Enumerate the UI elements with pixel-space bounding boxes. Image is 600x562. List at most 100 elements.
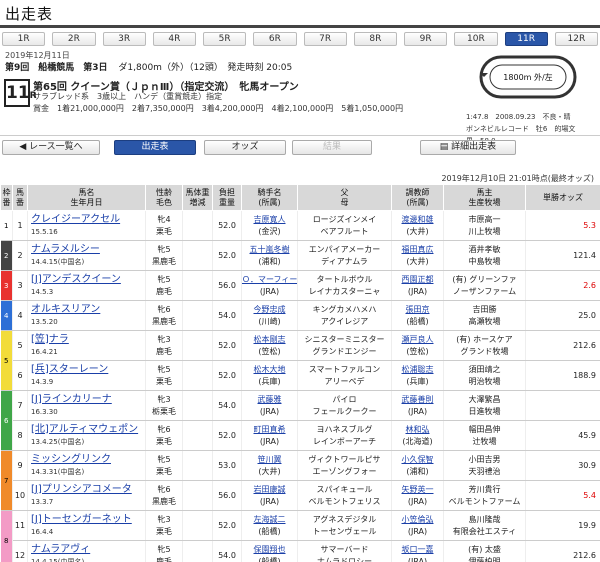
race-tab-11r[interactable]: 11R <box>504 32 548 46</box>
race-tab-2r[interactable]: 2R <box>52 32 96 46</box>
trainer-cell: 渡邊和雄 (大井) <box>391 210 444 241</box>
horse-name-link[interactable]: ミッシングリンク <box>31 454 111 465</box>
jockey-link[interactable]: 今野忠成 <box>254 305 286 314</box>
burden-weight: 52.0 <box>212 240 242 271</box>
back-to-race-list-button[interactable]: ◀ レース一覧へ <box>2 140 100 155</box>
horse-name-link[interactable]: ナムラアヴィ <box>31 544 90 555</box>
jockey-link[interactable]: 吉原寛人 <box>254 215 286 224</box>
coat-color: 黒鹿毛 <box>152 256 176 266</box>
sex-age-cell: 牝3 鹿毛 <box>145 330 183 361</box>
horse-name-link[interactable]: クレイジーアクセル <box>31 214 120 225</box>
col-breeder-label: 生産牧場 <box>468 197 501 207</box>
owner-name: 幅田昌伸 <box>468 424 501 434</box>
waku-number: 5 <box>0 330 13 391</box>
jockey-link[interactable]: 岩田康誠 <box>254 485 286 494</box>
jockey-link[interactable]: 松本剛志 <box>254 335 286 344</box>
weight-cell <box>182 480 213 511</box>
trainer-affil: (大井) <box>406 226 429 236</box>
race-tab-6r[interactable]: 6R <box>253 32 297 46</box>
owner-name: (有) ホースケア <box>456 334 513 344</box>
horse-number: 11 <box>12 510 28 541</box>
horse-name-link[interactable]: [J]アンデスクイーン <box>31 274 121 285</box>
jockey-link[interactable]: 町田直希 <box>254 425 286 434</box>
horse-name-link[interactable]: [笠]ナラ <box>31 334 69 345</box>
coat-color: 栗毛 <box>156 376 172 386</box>
result-button[interactable]: 結果 <box>292 140 372 155</box>
table-row: 10 [J]プリンシアコメータ 13.3.7 牝6 黒鹿毛 56.0 岩田康誠 (JRA) スパ… <box>1 480 600 511</box>
pedigree-cell: エンパイアメーカー ディアナムラ <box>297 240 392 271</box>
trainer-link[interactable]: 矢野英一 <box>402 485 434 494</box>
trainer-cell: 林和弘 (北海道) <box>391 420 444 451</box>
jockey-link[interactable]: 左海誠二 <box>254 515 286 524</box>
table-row: 7 9 ミッシングリンク 14.3.31(中国名) 牝5 栗毛 53.0 笹川翼 (大井) ヴィク… <box>0 450 600 511</box>
trainer-link[interactable]: 坂口一嘉 <box>402 545 434 554</box>
trainer-link[interactable]: 小笠倫弘 <box>402 515 434 524</box>
race-number: 11 <box>6 83 30 103</box>
entries-button[interactable]: 出走表 <box>114 140 196 155</box>
race-tab-9r[interactable]: 9R <box>404 32 448 46</box>
trainer-link[interactable]: 瀬戸良人 <box>402 335 434 344</box>
jockey-link[interactable]: 笹川翼 <box>258 455 282 464</box>
horse-cell: ナムラメルシー 14.4.15(中国名) <box>27 240 146 271</box>
trainer-link[interactable]: 西園正都 <box>402 275 434 284</box>
jockey-cell: 町田直希 (JRA) <box>241 420 298 451</box>
race-tab-1r[interactable]: 1R <box>2 32 46 46</box>
sex-age: 牝6 <box>157 304 171 314</box>
owner-cell: 市原高一 川上牧場 <box>443 210 526 241</box>
burden-weight: 52.0 <box>212 210 242 241</box>
horse-name-link[interactable]: [北]アルティマウェポン <box>31 424 138 435</box>
jockey-link[interactable]: 武藤雅 <box>258 395 282 404</box>
horse-name-link[interactable]: オルキスリアン <box>31 304 100 315</box>
trainer-link[interactable]: 張田京 <box>406 305 430 314</box>
sex-age: 牝5 <box>157 274 171 284</box>
waku-number: 4 <box>0 300 13 331</box>
jockey-link[interactable]: Ｏ．マーフィー <box>242 275 297 284</box>
race-tab-8r[interactable]: 8R <box>353 32 397 46</box>
trainer-link[interactable]: 小久保智 <box>402 455 434 464</box>
col-affil-label: (所属) <box>258 197 281 207</box>
trainer-link[interactable]: 福田真広 <box>402 245 434 254</box>
jockey-cell: 保園翔也 (船橋) <box>241 540 298 562</box>
detail-entries-button[interactable]: ▤ 詳細出走表 <box>420 140 516 155</box>
col-jockey: 騎手名 (所属) <box>241 184 298 211</box>
horse-birth: 14.3.31(中国名) <box>31 467 85 476</box>
jockey-link[interactable]: 五十嵐冬樹 <box>250 245 290 254</box>
jockey-cell: 岩田康誠 (JRA) <box>241 480 298 511</box>
horse-number: 7 <box>12 390 28 421</box>
horse-birth: 14.3.9 <box>31 377 54 386</box>
trainer-cell: 坂口一嘉 (JRA) <box>391 540 444 562</box>
horse-name-link[interactable]: [J]プリンシアコメータ <box>31 484 132 495</box>
breeder-name: グランド牧場 <box>460 346 509 356</box>
coat-color: 黒鹿毛 <box>152 496 176 506</box>
trainer-link[interactable]: 林和弘 <box>406 425 430 434</box>
weight-cell <box>182 510 213 541</box>
sex-age-cell: 牝5 黒鹿毛 <box>145 240 183 271</box>
horse-number: 12 <box>12 540 28 562</box>
race-tab-12r[interactable]: 12R <box>554 32 598 46</box>
sire-name: スマートファルコン <box>308 364 381 374</box>
jockey-link[interactable]: 保園翔也 <box>254 545 286 554</box>
horse-name-link[interactable]: ナムラメルシー <box>31 244 100 255</box>
pedigree-cell: シニスターミニスター グランドエンジー <box>297 330 392 361</box>
race-tab-10r[interactable]: 10R <box>454 32 498 46</box>
sex-age: 牝4 <box>157 214 171 224</box>
odds-button[interactable]: オッズ <box>204 140 286 155</box>
race-tab-4r[interactable]: 4R <box>152 32 196 46</box>
race-tab-7r[interactable]: 7R <box>303 32 347 46</box>
horse-name-link[interactable]: [J]ラインカリーナ <box>31 394 112 405</box>
owner-name: 島川隆哉 <box>468 514 501 524</box>
horse-name-link[interactable]: [J]トーセンガーネット <box>31 514 132 525</box>
jockey-link[interactable]: 松木大地 <box>254 365 286 374</box>
horse-cell: オルキスリアン 13.5.20 <box>27 300 146 331</box>
jockey-affil: (JRA) <box>259 406 280 416</box>
owner-name: 市原高一 <box>468 214 501 224</box>
race-tab-5r[interactable]: 5R <box>203 32 247 46</box>
race-tab-3r[interactable]: 3R <box>102 32 146 46</box>
waku-number: 8 <box>0 510 13 562</box>
trainer-link[interactable]: 松浦聡志 <box>402 365 434 374</box>
horse-name-link[interactable]: [兵]スターレーン <box>31 364 108 375</box>
document-icon: ▤ <box>439 142 452 152</box>
waku-number: 6 <box>0 390 13 451</box>
trainer-link[interactable]: 武藤善則 <box>402 395 434 404</box>
trainer-link[interactable]: 渡邊和雄 <box>402 215 434 224</box>
